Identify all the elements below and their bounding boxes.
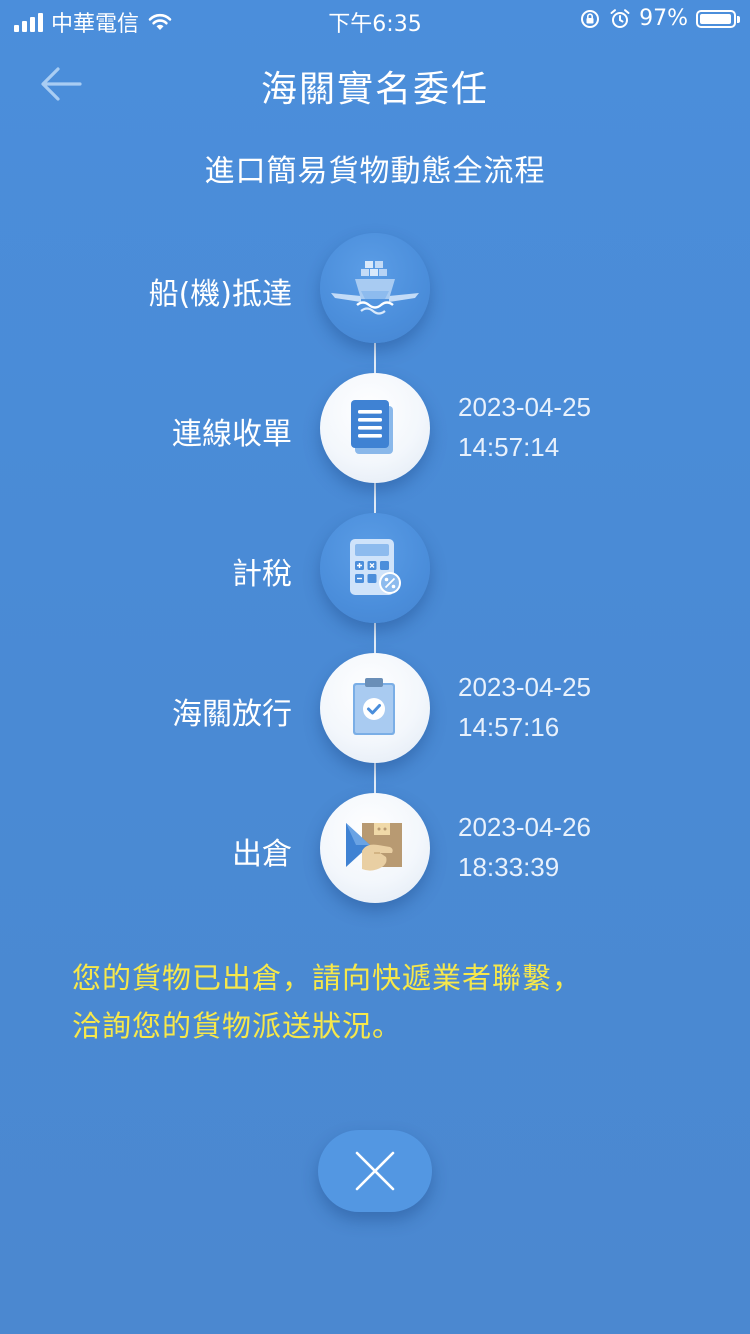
battery-percent: 97% [639,6,688,31]
step-status-circle [320,793,430,903]
step-status-circle [320,653,430,763]
step-label: 船(機)抵達 [148,277,292,312]
step-status-circle [320,373,430,483]
battery-icon [696,9,740,28]
header: 海關實名委任 [0,44,750,124]
step-time: 18:33:39 [458,852,560,882]
notice-line-2: 洽詢您的貨物派送狀況。 [72,1009,403,1043]
close-icon [355,1151,395,1191]
timeline-step-out-of-warehouse: 出倉 2023-04-26 18:33:39 [0,793,750,903]
document-icon [351,400,393,454]
step-time: 14:57:14 [458,432,560,462]
alarm-icon [610,8,630,28]
step-timestamp: 2023-04-26 18:33:39 [458,807,591,887]
step-date: 2023-04-25 [458,392,591,422]
timeline-step-arrival: 船(機)抵達 [0,233,750,343]
screen: 中華電信 下午6:35 97% 海關實名委任 進口簡易貨物動態全流程 船(機)抵… [0,0,750,1334]
status-bar-right: 97% [579,6,740,31]
step-timestamp: 2023-04-25 14:57:14 [458,387,591,467]
step-timestamp: 2023-04-25 14:57:16 [458,667,591,747]
flow-subtitle: 進口簡易貨物動態全流程 [204,154,546,189]
step-status-circle [320,233,430,343]
step-status-circle [320,513,430,623]
package-handover-icon [346,823,402,871]
step-date: 2023-04-26 [458,812,591,842]
step-date: 2023-04-25 [458,672,591,702]
page-title: 海關實名委任 [260,69,489,110]
timeline-step-tax: 計稅 [0,513,750,623]
calculator-icon [350,539,401,595]
timeline-step-document-received: 連線收單 2023-04-25 14:57:14 [0,373,750,483]
step-label: 計稅 [232,557,292,592]
timeline-step-customs-release: 海關放行 2023-04-25 14:57:16 [0,653,750,763]
status-notice: 您的貨物已出倉，請向快遞業者聯繫， 洽詢您的貨物派送狀況。 [72,954,692,1050]
clipboard-check-icon [353,678,395,735]
status-bar: 中華電信 下午6:35 97% [0,0,750,40]
step-label: 出倉 [232,837,292,872]
ship-plane-icon [331,261,419,315]
close-button[interactable] [318,1130,432,1212]
step-time: 14:57:16 [458,712,560,742]
notice-line-1: 您的貨物已出倉，請向快遞業者聯繫， [72,961,583,995]
step-label: 連線收單 [172,417,292,452]
rotation-lock-icon [581,9,600,28]
step-label: 海關放行 [172,697,292,732]
